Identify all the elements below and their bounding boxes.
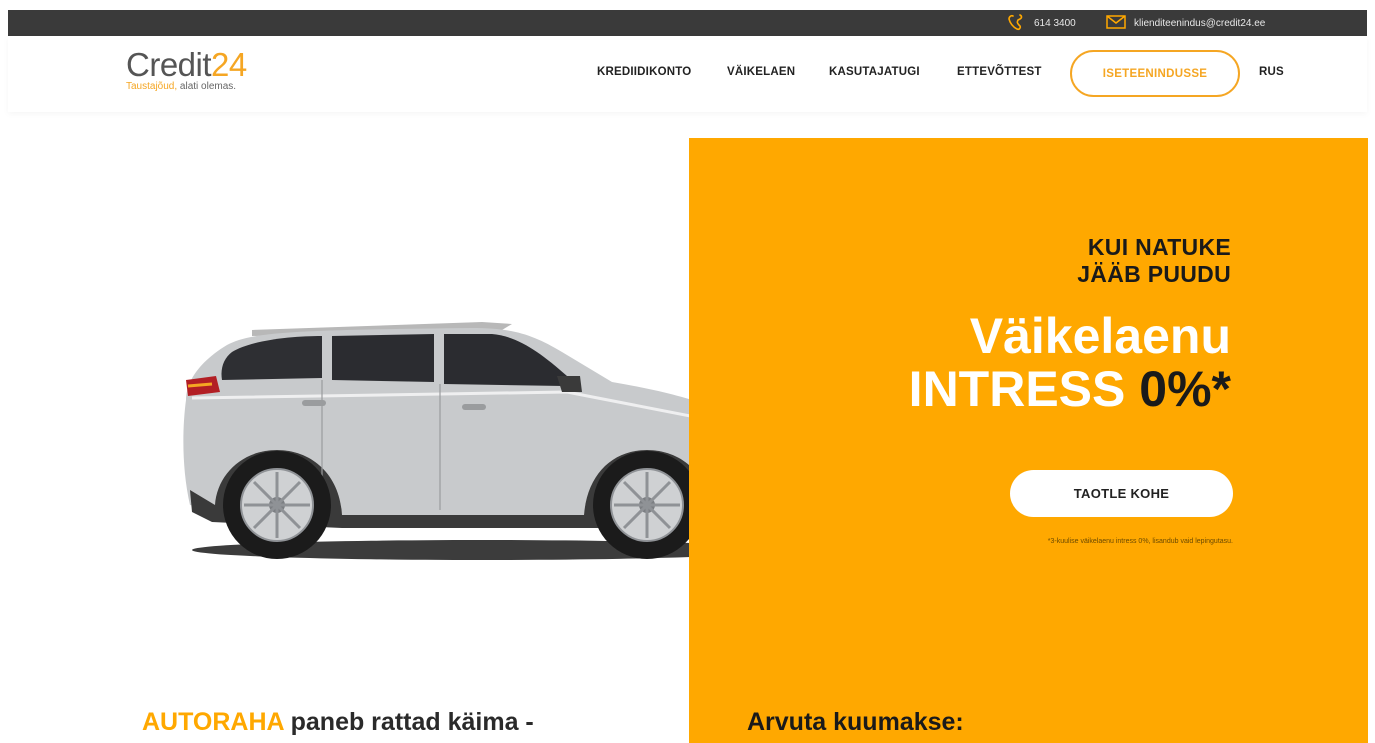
headline-line-1: Väikelaenu bbox=[969, 308, 1231, 364]
logo-tagline: Taustajõud, alati olemas. bbox=[126, 81, 247, 92]
nav-item-kasutajatugi[interactable]: KASUTAJATUGI bbox=[829, 66, 920, 78]
autoraha-heading: AUTORAHA paneb rattad käima - bbox=[142, 708, 534, 737]
self-service-button[interactable]: ISETEENINDUSSE bbox=[1070, 50, 1240, 97]
autoraha-rest: paneb rattad käima - bbox=[283, 708, 534, 736]
hero-kicker: KUI NATUKE JÄÄB PUUDU bbox=[1077, 234, 1231, 288]
calculator-title: Arvuta kuumakse: bbox=[747, 708, 964, 736]
logo-text: Credit bbox=[126, 46, 212, 83]
email-address: klienditeenindus@credit24.ee bbox=[1134, 17, 1266, 29]
logo-wordmark: Credit24 bbox=[126, 48, 247, 82]
nav-item-krediidikonto[interactable]: KREDIIDIKONTO bbox=[597, 66, 691, 78]
tagline-highlight: Taustajõud, bbox=[126, 81, 178, 92]
nav-item-vaikelaen[interactable]: VÄIKELAEN bbox=[727, 66, 795, 78]
hero-headline: Väikelaenu INTRESS 0%* bbox=[909, 310, 1231, 416]
nav-item-ettevottest[interactable]: ETTEVÕTTEST bbox=[957, 66, 1042, 78]
tagline-rest: alati olemas. bbox=[177, 81, 237, 92]
language-switch-rus[interactable]: RUS bbox=[1259, 66, 1284, 78]
email-link[interactable]: klienditeenindus@credit24.ee bbox=[1106, 10, 1265, 36]
mail-icon bbox=[1106, 14, 1134, 32]
kicker-line-2: JÄÄB PUUDU bbox=[1077, 261, 1231, 287]
phone-link[interactable]: 614 3400 bbox=[1006, 10, 1076, 36]
headline-rate: 0%* bbox=[1139, 361, 1231, 417]
top-contact-bar: 614 3400 klienditeenindus@credit24.ee bbox=[8, 10, 1367, 36]
headline-intress: INTRESS bbox=[908, 361, 1140, 417]
kicker-line-1: KUI NATUKE bbox=[1087, 234, 1231, 260]
logo[interactable]: Credit24 Taustajõud, alati olemas. bbox=[126, 48, 247, 93]
autoraha-highlight: AUTORAHA bbox=[142, 708, 284, 736]
page: 614 3400 klienditeenindus@credit24.ee Cr… bbox=[0, 0, 1375, 743]
suv-car-image bbox=[183, 322, 772, 560]
hero-footnote: *3-kuulise väikelaenu intress 0%, lisand… bbox=[1047, 538, 1233, 545]
headline-line-2: INTRESS 0%* bbox=[909, 363, 1231, 416]
phone-number: 614 3400 bbox=[1034, 17, 1076, 29]
apply-now-button[interactable]: TAOTLE KOHE bbox=[1010, 470, 1233, 517]
phone-icon bbox=[1006, 13, 1034, 34]
logo-number: 24 bbox=[211, 46, 247, 83]
hero-offer-panel: KUI NATUKE JÄÄB PUUDU Väikelaenu INTRESS… bbox=[689, 138, 1368, 743]
site-header: Credit24 Taustajõud, alati olemas. KREDI… bbox=[8, 36, 1367, 112]
